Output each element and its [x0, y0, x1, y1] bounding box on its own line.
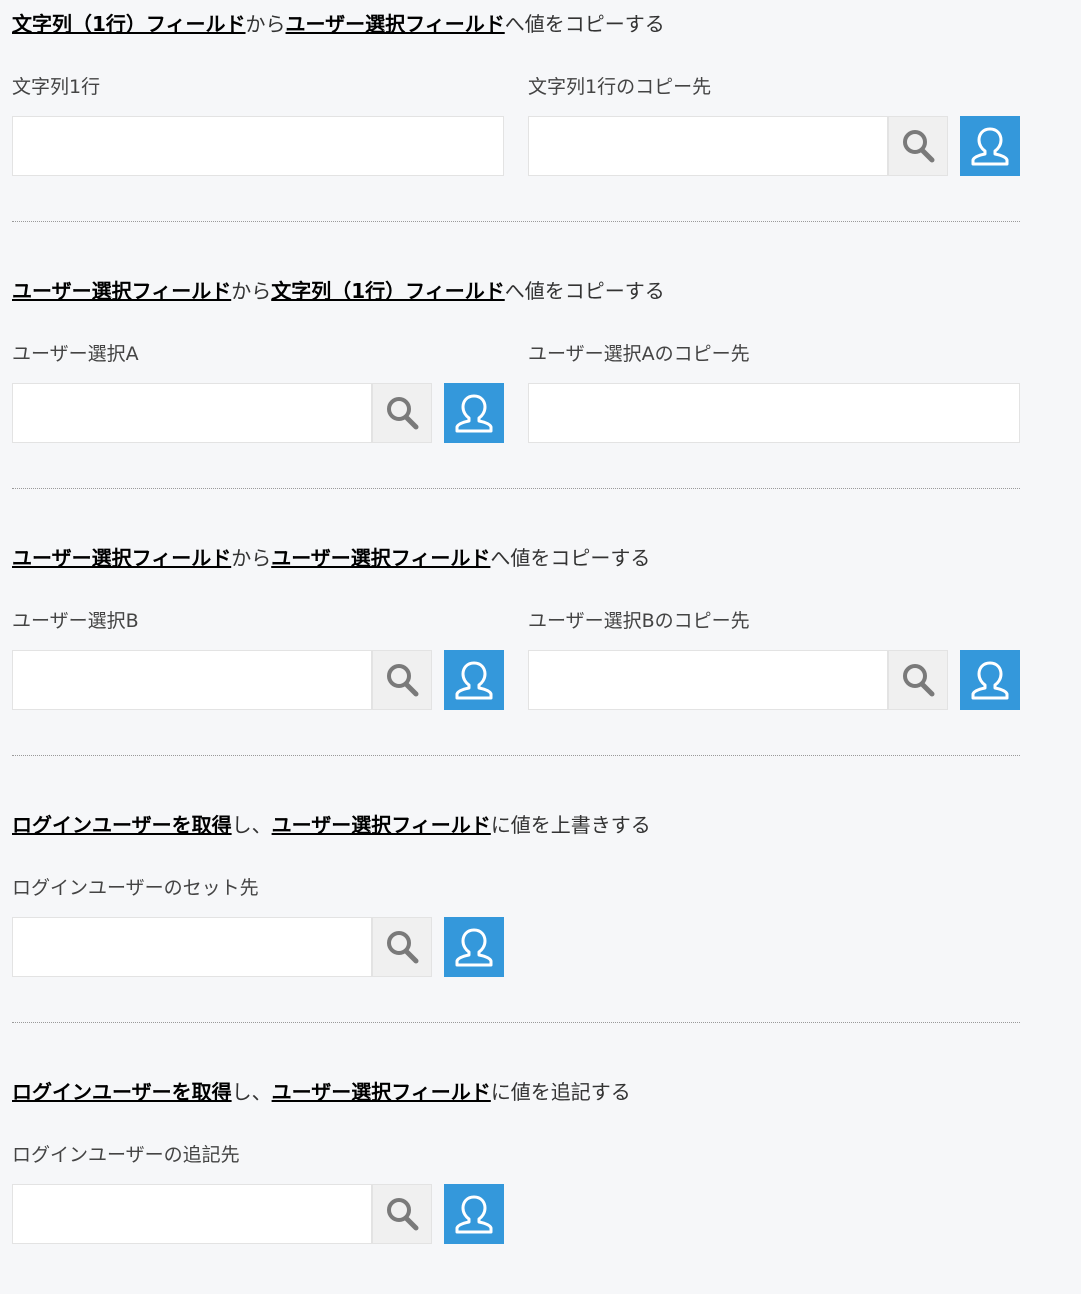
user-select-input[interactable] — [528, 116, 888, 176]
heading-mid: から — [231, 279, 272, 303]
user-select-input[interactable] — [12, 1184, 372, 1244]
form-page: 文字列（1行）フィールドからユーザー選択フィールドへ値をコピーする 文字列1行 … — [0, 0, 1081, 1294]
search-icon — [387, 1198, 419, 1231]
heading-link-2[interactable]: 文字列（1行）フィールド — [271, 279, 505, 303]
search-icon — [387, 931, 419, 964]
user-pick-button[interactable] — [444, 650, 504, 710]
heading-link-1[interactable]: ログインユーザーを取得 — [12, 813, 232, 837]
heading-link-1[interactable]: ユーザー選択フィールド — [12, 279, 231, 303]
user-icon — [455, 661, 493, 700]
user-select-input[interactable] — [528, 650, 888, 710]
section-heading: ユーザー選択フィールドからユーザー選択フィールドへ値をコピーする — [12, 544, 650, 572]
section-heading: ログインユーザーを取得し、ユーザー選択フィールドに値を上書きする — [12, 811, 651, 839]
heading-tail: に値を上書きする — [490, 813, 651, 837]
user-icon — [455, 928, 493, 967]
user-icon — [455, 1195, 493, 1234]
field-label-string-copy-target: 文字列1行のコピー先 — [528, 76, 712, 98]
field-label-user-select-a-copy-target: ユーザー選択Aのコピー先 — [528, 343, 750, 365]
heading-link-1[interactable]: ユーザー選択フィールド — [12, 546, 231, 570]
user-search-button[interactable] — [372, 383, 432, 443]
section-divider — [12, 755, 1020, 756]
heading-tail: に値を追記する — [490, 1080, 631, 1104]
heading-link-2[interactable]: ユーザー選択フィールド — [271, 546, 490, 570]
section-heading: ユーザー選択フィールドから文字列（1行）フィールドへ値をコピーする — [12, 277, 665, 305]
string-1line-input[interactable] — [528, 383, 1020, 443]
heading-tail: へ値をコピーする — [490, 546, 651, 570]
search-icon — [903, 130, 935, 163]
user-icon — [971, 661, 1009, 700]
user-pick-button[interactable] — [444, 917, 504, 977]
section-divider — [12, 1022, 1020, 1023]
heading-link-2[interactable]: ユーザー選択フィールド — [286, 12, 505, 36]
user-search-button[interactable] — [372, 650, 432, 710]
user-icon — [455, 394, 493, 433]
heading-mid: から — [231, 546, 272, 570]
heading-tail: へ値をコピーする — [504, 12, 665, 36]
search-icon — [387, 664, 419, 697]
heading-mid: から — [245, 12, 286, 36]
user-pick-button[interactable] — [444, 383, 504, 443]
section-divider — [12, 221, 1020, 222]
user-pick-button[interactable] — [960, 650, 1020, 710]
heading-link-1[interactable]: 文字列（1行）フィールド — [12, 12, 246, 36]
user-search-button[interactable] — [372, 1184, 432, 1244]
user-pick-button[interactable] — [960, 116, 1020, 176]
heading-mid: し、 — [231, 1080, 272, 1104]
heading-link-1[interactable]: ログインユーザーを取得 — [12, 1080, 232, 1104]
heading-link-2[interactable]: ユーザー選択フィールド — [272, 813, 491, 837]
user-pick-button[interactable] — [444, 1184, 504, 1244]
field-label-user-select-a: ユーザー選択A — [12, 343, 139, 365]
field-label-login-user-set-target: ログインユーザーのセット先 — [12, 877, 259, 899]
section-divider — [12, 488, 1020, 489]
heading-tail: へ値をコピーする — [504, 279, 665, 303]
heading-link-2[interactable]: ユーザー選択フィールド — [272, 1080, 491, 1104]
user-select-input[interactable] — [12, 650, 372, 710]
user-icon — [971, 127, 1009, 166]
field-label-user-select-b-copy-target: ユーザー選択Bのコピー先 — [528, 610, 750, 632]
search-icon — [387, 397, 419, 430]
user-select-input[interactable] — [12, 383, 372, 443]
field-label-string-1line: 文字列1行 — [12, 76, 101, 98]
user-select-input[interactable] — [12, 917, 372, 977]
field-label-user-select-b: ユーザー選択B — [12, 610, 139, 632]
user-search-button[interactable] — [888, 650, 948, 710]
user-search-button[interactable] — [372, 917, 432, 977]
section-heading: ログインユーザーを取得し、ユーザー選択フィールドに値を追記する — [12, 1078, 631, 1106]
section-heading: 文字列（1行）フィールドからユーザー選択フィールドへ値をコピーする — [12, 10, 665, 38]
user-search-button[interactable] — [888, 116, 948, 176]
search-icon — [903, 664, 935, 697]
field-label-login-user-append-target: ログインユーザーの追記先 — [12, 1144, 240, 1166]
string-1line-input[interactable] — [12, 116, 504, 176]
heading-mid: し、 — [231, 813, 272, 837]
